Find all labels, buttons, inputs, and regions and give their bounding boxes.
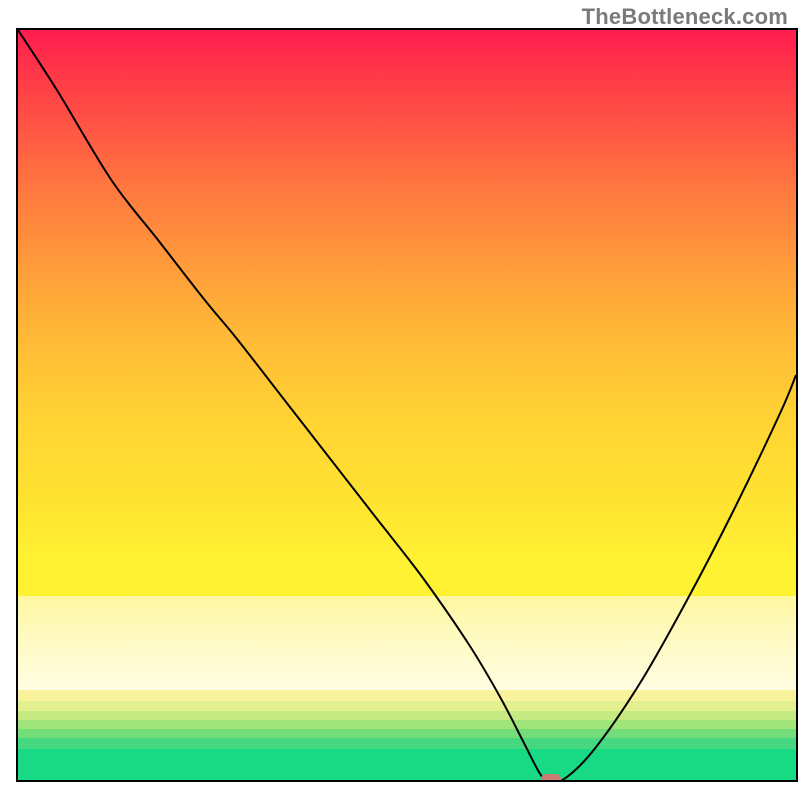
plot-area <box>16 28 798 782</box>
curve-svg <box>18 30 796 780</box>
min-marker <box>541 774 561 780</box>
bottleneck-curve-path <box>18 30 796 780</box>
chart-container: TheBottleneck.com <box>0 0 800 800</box>
watermark-text: TheBottleneck.com <box>582 4 788 30</box>
